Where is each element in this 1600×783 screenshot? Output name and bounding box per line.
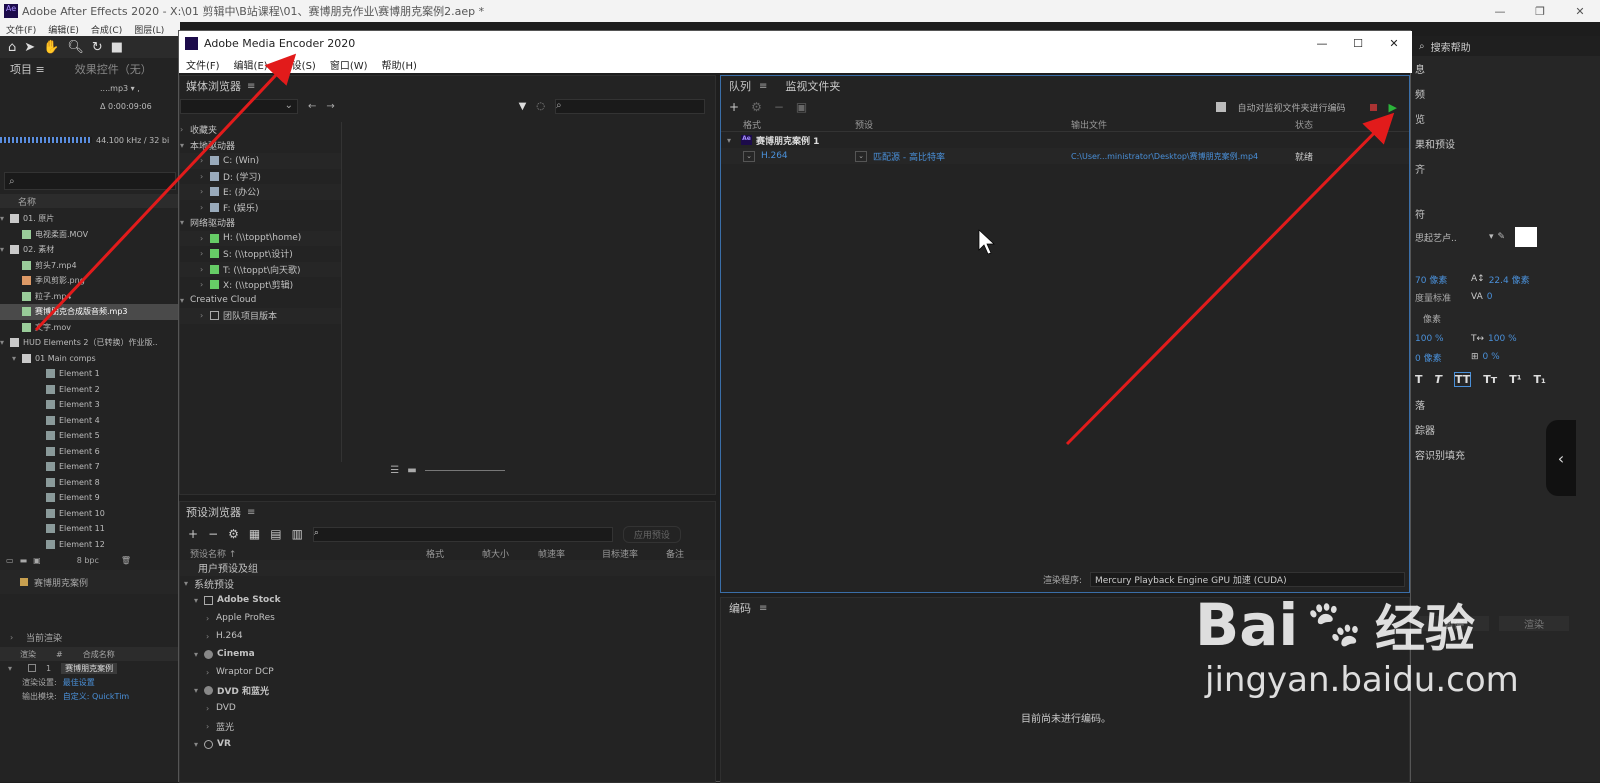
baidu-du-text: du [1370,625,1371,626]
paw-icon: 🐾︎ [1302,595,1366,654]
baidu-url: jingyan.baidu.com [1205,660,1519,700]
red-arrow-to-preset-menu [34,53,297,332]
red-arrow-to-start-queue [1065,112,1395,446]
baidu-logo-text: Bai [1195,591,1299,659]
baidu-brand-text: 经验 [1375,600,1475,658]
baidu-watermark: Bai 🐾︎ du 经验 jingyan.baidu.com [1195,590,1595,740]
mouse-cursor-icon [978,229,995,255]
